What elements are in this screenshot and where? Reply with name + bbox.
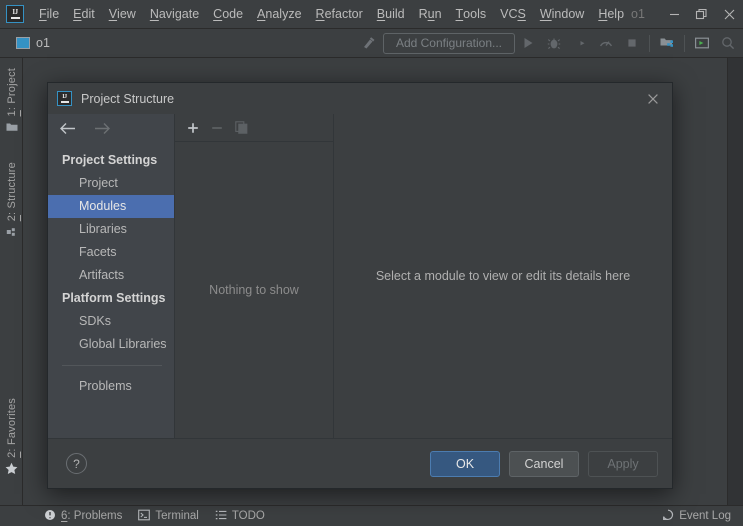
- nav-item-global-libraries[interactable]: Global Libraries: [48, 333, 174, 356]
- search-icon[interactable]: [715, 30, 741, 56]
- nav-item-modules[interactable]: Modules: [48, 195, 174, 218]
- sidebar-label-project: 1: Project: [5, 68, 18, 117]
- dialog-detail-pane: Select a module to view or edit its deta…: [334, 114, 672, 438]
- dialog-settings-nav: Project Settings Project Modules Librari…: [48, 114, 175, 438]
- sidebar-item-favorites[interactable]: 2: Favorites: [0, 394, 23, 484]
- menu-item-window[interactable]: Window: [533, 0, 591, 28]
- detail-placeholder-text: Select a module to view or edit its deta…: [375, 269, 631, 283]
- minus-icon: [207, 118, 227, 138]
- window-title-bar: IJ File Edit View Navigate Code Analyze …: [0, 0, 743, 29]
- status-label-terminal: Terminal: [155, 510, 199, 522]
- menu-item-vcs[interactable]: VC S: [493, 0, 533, 28]
- copy-icon: [231, 118, 251, 138]
- debug-icon[interactable]: [541, 30, 567, 56]
- breadcrumb-label: o1: [36, 36, 50, 50]
- plus-icon[interactable]: [183, 118, 203, 138]
- toolbar-separator: [649, 34, 650, 52]
- status-bar: 6: Problems Terminal TODO Event Log: [0, 505, 743, 526]
- intellij-logo-icon: IJ: [57, 91, 72, 106]
- arrow-right-icon: [94, 122, 111, 135]
- ide-window: IJ File Edit View Navigate Code Analyze …: [0, 0, 743, 526]
- dialog-title: Project Structure: [81, 91, 175, 106]
- structure-icon: [6, 225, 18, 243]
- sidebar-item-structure[interactable]: 2: Structure: [0, 158, 23, 247]
- cancel-button[interactable]: Cancel: [509, 450, 579, 477]
- dialog-module-list-panel: Nothing to show: [175, 114, 334, 438]
- problems-icon: [44, 509, 56, 524]
- build-hammer-icon[interactable]: [360, 35, 377, 52]
- module-list-empty-text: Nothing to show: [209, 283, 299, 297]
- navigation-toolbar: o1 Add Configuration...: [0, 29, 743, 58]
- menu-item-help[interactable]: Help: [591, 0, 631, 28]
- nav-item-project[interactable]: Project: [48, 172, 174, 195]
- dialog-nav-list: Project Settings Project Modules Librari…: [48, 142, 174, 438]
- menu-item-build[interactable]: Build: [370, 0, 412, 28]
- nav-item-artifacts[interactable]: Artifacts: [48, 264, 174, 287]
- nav-item-problems[interactable]: Problems: [48, 375, 174, 398]
- menu-item-navigate[interactable]: Navigate: [143, 0, 206, 28]
- intellij-logo-icon: IJ: [6, 5, 24, 23]
- search-everywhere-icon[interactable]: [689, 30, 715, 56]
- add-configuration-button[interactable]: Add Configuration...: [383, 32, 515, 54]
- menu-item-file[interactable]: File: [32, 0, 66, 28]
- menu-item-tools[interactable]: Tools: [449, 0, 494, 28]
- sidebar-label-favorites: 2: Favorites: [5, 398, 18, 458]
- minimize-icon[interactable]: [661, 0, 688, 29]
- window-title-text: o1: [631, 7, 645, 21]
- profiler-icon[interactable]: [593, 30, 619, 56]
- project-structure-dialog: IJ Project Structure Project Settings Pr…: [47, 82, 673, 489]
- nav-group-platform-settings: Platform Settings: [62, 291, 166, 305]
- menu-item-run[interactable]: Run: [412, 0, 449, 28]
- folder-icon: [6, 120, 18, 138]
- run-with-coverage-icon[interactable]: [567, 30, 593, 56]
- nav-item-sdks[interactable]: SDKs: [48, 310, 174, 333]
- status-item-terminal[interactable]: Terminal: [130, 506, 206, 526]
- status-item-todo[interactable]: TODO: [207, 506, 273, 526]
- close-icon[interactable]: [642, 88, 664, 110]
- help-button[interactable]: ?: [66, 453, 87, 474]
- todo-icon: [215, 509, 227, 524]
- menu-item-analyze[interactable]: Analyze: [250, 0, 308, 28]
- status-item-problems[interactable]: 6: Problems: [36, 506, 130, 526]
- project-structure-icon[interactable]: [654, 30, 680, 56]
- right-tool-stripe: [727, 58, 743, 505]
- arrow-left-icon[interactable]: [59, 122, 76, 135]
- status-label-todo: TODO: [231, 510, 265, 522]
- nav-divider: [62, 365, 162, 366]
- dialog-nav-history: [48, 114, 174, 142]
- menu-item-code[interactable]: Code: [206, 0, 250, 28]
- menu-item-view[interactable]: View: [102, 0, 143, 28]
- module-list-toolbar: [175, 114, 333, 142]
- toolbar-separator-2: [684, 34, 685, 52]
- menu-item-edit[interactable]: Edit: [66, 0, 102, 28]
- nav-item-libraries[interactable]: Libraries: [48, 218, 174, 241]
- event-log-icon: [662, 509, 674, 524]
- menu-item-refactor[interactable]: Refactor: [309, 0, 370, 28]
- menu-bar: File Edit View Navigate Code Analyze Ref…: [32, 0, 631, 28]
- nav-item-facets[interactable]: Facets: [48, 241, 174, 264]
- dialog-footer: ? OK Cancel Apply: [48, 438, 672, 488]
- nav-group-project-settings: Project Settings: [62, 153, 158, 167]
- dialog-title-bar: IJ Project Structure: [48, 83, 672, 114]
- run-icon[interactable]: [515, 30, 541, 56]
- dialog-body: Project Settings Project Modules Librari…: [48, 114, 672, 438]
- restore-icon[interactable]: [688, 0, 715, 29]
- apply-button: Apply: [588, 450, 658, 477]
- star-icon: [5, 462, 18, 480]
- sidebar-item-project[interactable]: 1: Project: [0, 64, 23, 142]
- left-tool-stripe: 1: Project 2: Structure 2: Favorites: [0, 58, 23, 505]
- close-icon[interactable]: [716, 0, 743, 29]
- sidebar-label-structure: 2: Structure: [5, 162, 18, 222]
- stop-icon[interactable]: [619, 30, 645, 56]
- menu-label-file: ile: [46, 7, 60, 21]
- breadcrumb[interactable]: o1: [12, 34, 54, 52]
- project-module-icon: [16, 37, 30, 49]
- status-label-event-log: Event Log: [679, 510, 731, 522]
- ok-button[interactable]: OK: [430, 450, 500, 477]
- status-item-event-log[interactable]: Event Log: [654, 506, 743, 526]
- status-label-problems: 6: Problems: [61, 510, 123, 522]
- terminal-icon: [138, 509, 151, 524]
